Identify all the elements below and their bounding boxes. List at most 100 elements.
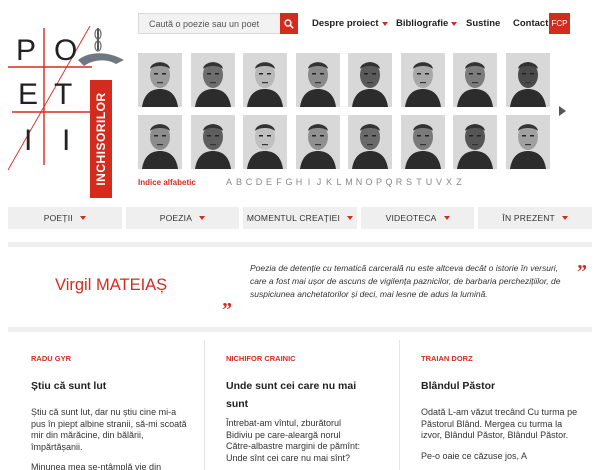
poem-author[interactable]: TRAIAN DORZ: [421, 354, 592, 363]
caret-down-icon: [561, 216, 568, 220]
caret-down-icon: [451, 21, 458, 26]
portrait-image: [505, 115, 550, 169]
search-input[interactable]: [139, 14, 281, 34]
portrait-image: [400, 115, 445, 169]
nav-contact-label: Contact: [513, 18, 549, 29]
poet-portrait[interactable]: [295, 115, 340, 169]
alphabet-letter[interactable]: U: [424, 177, 434, 187]
poem-title[interactable]: Știu că sunt lut: [31, 377, 204, 395]
alphabet-letter[interactable]: P: [374, 177, 384, 187]
alphabet-letter[interactable]: E: [264, 177, 274, 187]
alphabet-letter[interactable]: N: [354, 177, 364, 187]
alphabet-letter[interactable]: K: [324, 177, 334, 187]
fcp-button[interactable]: FCP: [549, 13, 570, 34]
logo-letter: P: [16, 34, 38, 67]
poet-portrait[interactable]: [453, 53, 497, 107]
alphabet-letter[interactable]: X: [444, 177, 454, 187]
poet-portrait[interactable]: [243, 115, 287, 169]
poet-portrait[interactable]: [453, 115, 497, 169]
alphabet-letter[interactable]: A: [224, 177, 234, 187]
alphabet-letter[interactable]: R: [394, 177, 404, 187]
poem-card[interactable]: RADU GYR Știu că sunt lut Știu că sunt l…: [9, 340, 204, 470]
quote-mark-icon: ”: [222, 299, 232, 321]
mainnav-momentul-creatiei[interactable]: MOMENTUL CREAȚIEI: [243, 207, 357, 229]
site-logo[interactable]: P O E T I I INCHISORILOR: [6, 20, 134, 198]
arrow-right-icon[interactable]: [559, 106, 566, 116]
nav-despre-proiect[interactable]: Despre proiect: [312, 13, 388, 34]
portrait-image: [505, 53, 550, 107]
nav-contact[interactable]: Contact: [513, 13, 548, 34]
poet-portrait[interactable]: [138, 115, 182, 169]
poet-portraits: [138, 53, 556, 171]
poem-title[interactable]: Blândul Păstor: [421, 377, 592, 395]
quote-mark-icon: ”: [577, 261, 587, 283]
poem-excerpt: Odată L-am văzut trecând Cu turma pe Păs…: [421, 407, 578, 440]
poem-excerpt: Știu că sunt lut, dar nu știu cine mi-a …: [31, 407, 187, 452]
main-nav: POEȚII POEZIA MOMENTUL CREAȚIEI VIDEOTEC…: [8, 207, 592, 229]
logo-banner: INCHISORILOR: [90, 80, 112, 198]
alphabet-letter[interactable]: D: [254, 177, 264, 187]
nav-sustine[interactable]: Sustine: [466, 13, 500, 34]
poem-title[interactable]: Unde sunt cei care nu mai sunt: [226, 377, 376, 413]
alphabet-letter[interactable]: Z: [454, 177, 464, 187]
search-button[interactable]: [280, 13, 298, 34]
poem-excerpt-continued: Pe-o oaie ce căzuse jos, A: [421, 450, 528, 461]
featured-poet-name[interactable]: Virgil MATEIAȘ: [55, 276, 167, 295]
portrait-image: [138, 115, 182, 169]
alphabet-letter[interactable]: O: [364, 177, 374, 187]
alphabet-letter[interactable]: V: [434, 177, 444, 187]
search-box: [138, 13, 298, 34]
poet-portrait[interactable]: [400, 53, 445, 107]
alphabet-letter[interactable]: M: [344, 177, 354, 187]
poet-portrait[interactable]: [190, 53, 235, 107]
poet-portrait[interactable]: [138, 53, 182, 107]
alphabet-letter[interactable]: H: [294, 177, 304, 187]
mainnav-in-prezent[interactable]: ÎN PREZENT: [478, 207, 592, 229]
portrait-image: [190, 115, 235, 169]
poet-portrait[interactable]: [348, 53, 392, 107]
poem-card[interactable]: TRAIAN DORZ Blândul Păstor Odată L-am vă…: [399, 340, 592, 470]
alphabet-letter[interactable]: Q: [384, 177, 394, 187]
poet-portrait[interactable]: [505, 53, 550, 107]
poet-portrait[interactable]: [348, 115, 392, 169]
alphabet-letter[interactable]: J: [314, 177, 324, 187]
alphabet-letter[interactable]: C: [244, 177, 254, 187]
alphabet-letter[interactable]: G: [284, 177, 294, 187]
poet-portrait[interactable]: [295, 53, 340, 107]
logo-letter: E: [18, 78, 39, 111]
alphabet-letter[interactable]: S: [404, 177, 414, 187]
alphabet-letter[interactable]: B: [234, 177, 244, 187]
poem-card[interactable]: NICHIFOR CRAINIC Unde sunt cei care nu m…: [204, 340, 399, 470]
search-icon: [284, 18, 294, 29]
poet-portrait[interactable]: [400, 115, 445, 169]
alphabet-letter[interactable]: T: [414, 177, 424, 187]
poem-author[interactable]: NICHIFOR CRAINIC: [226, 354, 399, 363]
logo-letter: I: [62, 124, 71, 157]
poet-portrait[interactable]: [243, 53, 287, 107]
alphabetical-index-button[interactable]: Indice alfabetic: [138, 178, 196, 187]
poet-portrait[interactable]: [190, 115, 235, 169]
nav-despre-proiect-label: Despre proiect: [312, 18, 379, 29]
portrait-image: [138, 53, 182, 107]
fcp-label: FCP: [551, 19, 568, 28]
caret-down-icon: [79, 216, 86, 220]
mainnav-label: MOMENTUL CREAȚIEI: [246, 213, 341, 223]
logo-letter: T: [54, 78, 73, 111]
portrait-image: [453, 53, 497, 107]
portrait-image: [453, 115, 497, 169]
portrait-image: [243, 53, 287, 107]
alphabet-letter[interactable]: L: [334, 177, 344, 187]
poet-portrait[interactable]: [505, 115, 550, 169]
caret-down-icon: [347, 216, 354, 220]
alphabet-letter[interactable]: F: [274, 177, 284, 187]
mainnav-videoteca[interactable]: VIDEOTECA: [360, 207, 475, 229]
nav-bibliografie[interactable]: Bibliografie: [396, 13, 458, 34]
portrait-image: [243, 115, 287, 169]
portrait-image: [190, 53, 235, 107]
logo-letter: O: [54, 34, 78, 67]
alphabet-letter[interactable]: I: [304, 177, 314, 187]
logo-letter: I: [24, 124, 33, 157]
poem-author[interactable]: RADU GYR: [31, 354, 204, 363]
mainnav-poetii[interactable]: POEȚII: [8, 207, 122, 229]
mainnav-poezia[interactable]: POEZIA: [125, 207, 240, 229]
